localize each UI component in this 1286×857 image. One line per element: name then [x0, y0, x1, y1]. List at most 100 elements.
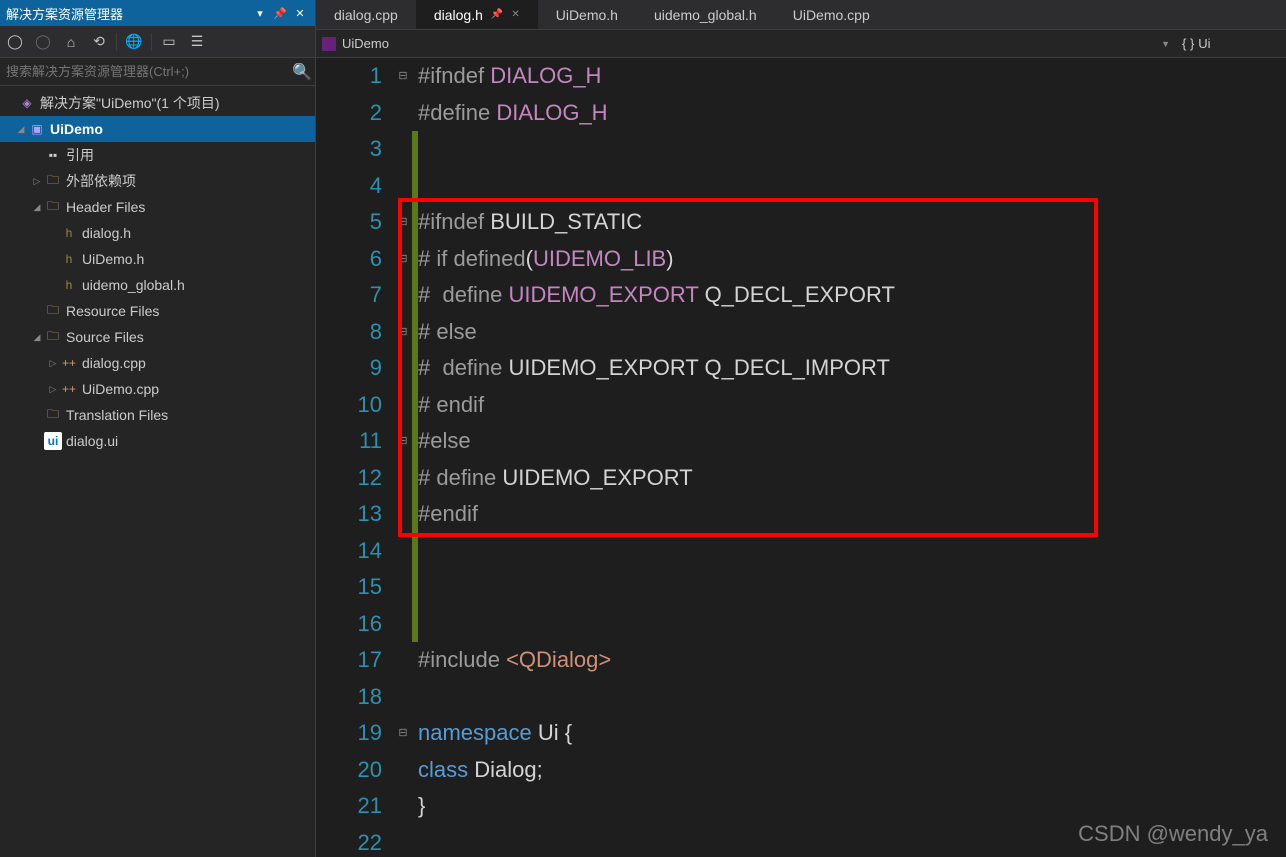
- fold-marker[interactable]: [394, 95, 412, 132]
- editor-tab[interactable]: UiDemo.cpp: [775, 0, 888, 29]
- file-node[interactable]: ui dialog.ui: [0, 428, 315, 454]
- fold-marker[interactable]: [394, 679, 412, 716]
- line-number: 20: [316, 752, 382, 789]
- translation-files-node[interactable]: 🗀 Translation Files: [0, 402, 315, 428]
- references-node[interactable]: ▪▪ 引用: [0, 142, 315, 168]
- file-node[interactable]: h dialog.h: [0, 220, 315, 246]
- file-node[interactable]: ++ dialog.cpp: [0, 350, 315, 376]
- fold-marker[interactable]: [394, 387, 412, 424]
- fold-gutter[interactable]: [394, 58, 412, 857]
- pin-icon[interactable]: 📌: [491, 9, 503, 20]
- file-node[interactable]: h UiDemo.h: [0, 246, 315, 272]
- line-number: 8: [316, 314, 382, 351]
- code-line[interactable]: #ifndef BUILD_STATIC: [418, 204, 1286, 241]
- header-files-label: Header Files: [66, 199, 145, 215]
- chevron-right-icon[interactable]: [30, 176, 44, 187]
- globe-icon[interactable]: 🌐: [123, 31, 145, 53]
- resource-files-node[interactable]: 🗀 Resource Files: [0, 298, 315, 324]
- fold-marker[interactable]: [394, 752, 412, 789]
- solution-tree[interactable]: ◈ 解决方案"UiDemo"(1 个项目) ▣ UiDemo ▪▪ 引用 🗀 外…: [0, 86, 315, 857]
- code-line[interactable]: }: [418, 788, 1286, 825]
- fold-marker[interactable]: [394, 715, 412, 752]
- code-line[interactable]: #else: [418, 423, 1286, 460]
- editor-tab[interactable]: dialog.cpp: [316, 0, 416, 29]
- fold-marker[interactable]: [394, 642, 412, 679]
- code-line[interactable]: #ifndef DIALOG_H: [418, 58, 1286, 95]
- fold-marker[interactable]: [394, 58, 412, 95]
- source-files-node[interactable]: 🗀 Source Files: [0, 324, 315, 350]
- close-icon[interactable]: ✕: [511, 9, 519, 20]
- fold-marker[interactable]: [394, 350, 412, 387]
- nav-forward-icon[interactable]: ◯: [32, 31, 54, 53]
- code-line[interactable]: [418, 131, 1286, 168]
- project-icon: [322, 37, 336, 51]
- search-input[interactable]: [0, 64, 289, 79]
- properties-icon[interactable]: ☰: [186, 31, 208, 53]
- code-line[interactable]: # else: [418, 314, 1286, 351]
- nav-back-icon[interactable]: ◯: [4, 31, 26, 53]
- code-line[interactable]: class Dialog;: [418, 752, 1286, 789]
- code-line[interactable]: # endif: [418, 387, 1286, 424]
- fold-marker[interactable]: [394, 168, 412, 205]
- chevron-down-icon[interactable]: [30, 202, 44, 213]
- code-line[interactable]: [418, 679, 1286, 716]
- fold-marker[interactable]: [394, 460, 412, 497]
- code-line[interactable]: [418, 825, 1286, 857]
- chevron-down-icon[interactable]: [30, 332, 44, 343]
- file-node[interactable]: h uidemo_global.h: [0, 272, 315, 298]
- code-line[interactable]: # if defined(UIDEMO_LIB): [418, 241, 1286, 278]
- file-node[interactable]: ++ UiDemo.cpp: [0, 376, 315, 402]
- code-line[interactable]: [418, 569, 1286, 606]
- fold-marker[interactable]: [394, 496, 412, 533]
- code-lines[interactable]: #ifndef DIALOG_H#define DIALOG_H #ifndef …: [418, 58, 1286, 857]
- external-deps-node[interactable]: 🗀 外部依赖项: [0, 168, 315, 194]
- code-line[interactable]: [418, 168, 1286, 205]
- search-icon[interactable]: 🔍: [289, 59, 315, 85]
- chevron-right-icon[interactable]: [46, 358, 60, 369]
- code-line[interactable]: #include <QDialog>: [418, 642, 1286, 679]
- navbar-scope-left[interactable]: UiDemo ▼: [316, 36, 1176, 51]
- solution-node[interactable]: ◈ 解决方案"UiDemo"(1 个项目): [0, 90, 315, 116]
- chevron-down-icon[interactable]: ▼: [1161, 39, 1170, 49]
- code-line[interactable]: # define UIDEMO_EXPORT: [418, 460, 1286, 497]
- code-line[interactable]: # define UIDEMO_EXPORT Q_DECL_IMPORT: [418, 350, 1286, 387]
- chevron-right-icon[interactable]: [46, 384, 60, 395]
- code-line[interactable]: #endif: [418, 496, 1286, 533]
- tab-label: uidemo_global.h: [654, 7, 757, 23]
- fold-marker[interactable]: [394, 204, 412, 241]
- references-icon: ▪▪: [44, 146, 62, 164]
- fold-marker[interactable]: [394, 314, 412, 351]
- fold-marker[interactable]: [394, 423, 412, 460]
- fold-marker[interactable]: [394, 241, 412, 278]
- fold-marker[interactable]: [394, 788, 412, 825]
- fold-marker[interactable]: [394, 131, 412, 168]
- project-node[interactable]: ▣ UiDemo: [0, 116, 315, 142]
- navbar-class: Ui: [1198, 36, 1210, 51]
- panel-close-icon[interactable]: ✕: [291, 4, 309, 22]
- navbar-scope-right[interactable]: { } Ui: [1176, 36, 1286, 51]
- header-file-icon: h: [60, 224, 78, 242]
- header-files-node[interactable]: 🗀 Header Files: [0, 194, 315, 220]
- editor-tab[interactable]: uidemo_global.h: [636, 0, 775, 29]
- code-line[interactable]: [418, 606, 1286, 643]
- code-line[interactable]: # define UIDEMO_EXPORT Q_DECL_EXPORT: [418, 277, 1286, 314]
- cpp-file-icon: ++: [60, 354, 78, 372]
- chevron-down-icon[interactable]: [14, 124, 28, 135]
- fold-marker[interactable]: [394, 569, 412, 606]
- editor-tab[interactable]: dialog.h📌✕: [416, 0, 538, 29]
- code-line[interactable]: namespace Ui {: [418, 715, 1286, 752]
- sync-icon[interactable]: ⟲: [88, 31, 110, 53]
- show-all-icon[interactable]: ▭: [158, 31, 180, 53]
- line-number: 19: [316, 715, 382, 752]
- fold-marker[interactable]: [394, 533, 412, 570]
- fold-marker[interactable]: [394, 277, 412, 314]
- code-line[interactable]: [418, 533, 1286, 570]
- fold-marker[interactable]: [394, 606, 412, 643]
- panel-pin-icon[interactable]: 📌: [271, 4, 289, 22]
- code-editor[interactable]: 12345678910111213141516171819202122 #ifn…: [316, 58, 1286, 857]
- panel-dropdown-icon[interactable]: ▾: [251, 4, 269, 22]
- fold-marker[interactable]: [394, 825, 412, 857]
- editor-tab[interactable]: UiDemo.h: [538, 0, 636, 29]
- code-line[interactable]: #define DIALOG_H: [418, 95, 1286, 132]
- home-icon[interactable]: ⌂: [60, 31, 82, 53]
